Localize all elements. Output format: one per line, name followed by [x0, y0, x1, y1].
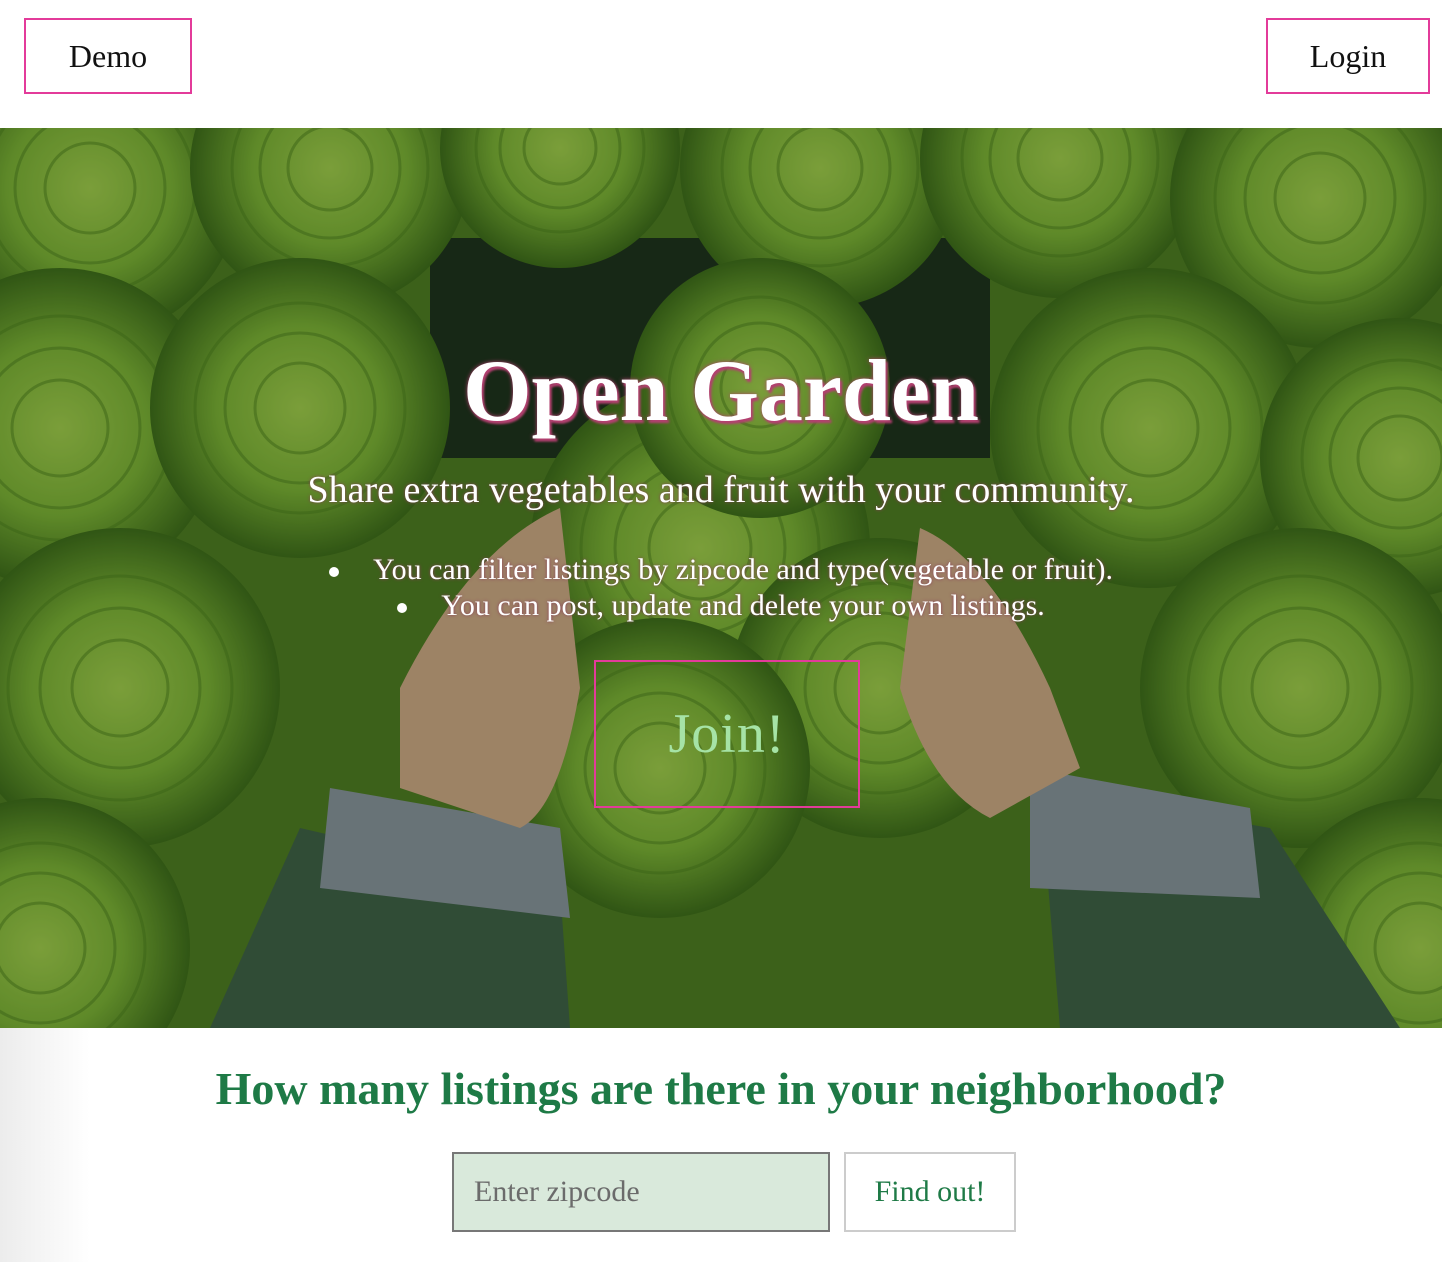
feature-item: You can post, update and delete your own… [0, 588, 1442, 624]
search-question: How many listings are there in your neig… [215, 1063, 1227, 1114]
join-button[interactable]: Join! [594, 660, 860, 808]
bullet-icon [328, 567, 339, 578]
zipcode-input[interactable] [452, 1152, 830, 1232]
top-navigation: Demo Login [0, 0, 1442, 128]
zipcode-search-section: How many listings are there in your neig… [0, 1028, 1442, 1262]
demo-button[interactable]: Demo [24, 18, 192, 94]
find-out-button[interactable]: Find out! [844, 1152, 1016, 1232]
login-button[interactable]: Login [1266, 18, 1430, 94]
hero-banner: Open Garden Share extra vegetables and f… [0, 128, 1442, 1028]
feature-list: You can filter listings by zipcode and t… [0, 552, 1442, 624]
feature-item: You can filter listings by zipcode and t… [0, 552, 1442, 588]
hero-content: Open Garden Share extra vegetables and f… [0, 128, 1442, 1028]
bullet-icon [397, 603, 408, 614]
feature-text: You can post, update and delete your own… [441, 589, 1045, 622]
feature-text: You can filter listings by zipcode and t… [372, 553, 1114, 586]
site-tagline: Share extra vegetables and fruit with yo… [307, 469, 1135, 511]
site-title: Open Garden [463, 343, 979, 440]
